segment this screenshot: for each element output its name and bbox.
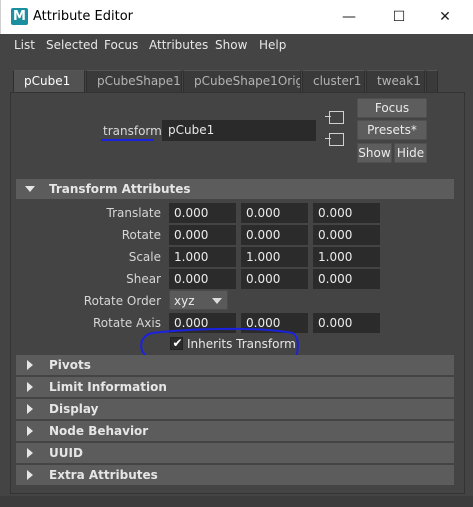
- translate-x-field[interactable]: 0.000: [169, 203, 236, 223]
- shear-xz-field[interactable]: 0.000: [241, 269, 308, 289]
- window-titlebar: M Attribute Editor — ☐ ✕: [0, 0, 473, 34]
- input-connections-icon[interactable]: [325, 111, 344, 124]
- maximize-button[interactable]: ☐: [376, 0, 422, 34]
- window-title: Attribute Editor: [33, 9, 134, 24]
- rotate-y-field[interactable]: 0.000: [241, 225, 308, 245]
- tab-cluster1[interactable]: cluster1: [302, 70, 365, 92]
- attr-label-rotate: Rotate: [121, 228, 161, 242]
- menu-list[interactable]: List: [14, 38, 35, 52]
- section-uuid[interactable]: UUID: [16, 443, 454, 463]
- translate-z-field[interactable]: 0.000: [313, 203, 380, 223]
- tab-tweak1[interactable]: tweak1: [366, 70, 425, 92]
- menu-focus[interactable]: Focus: [104, 38, 138, 52]
- section-node-behavior[interactable]: Node Behavior: [16, 421, 454, 441]
- rotate-order-dropdown[interactable]: xyz: [169, 290, 228, 310]
- section-limit-information[interactable]: Limit Information: [16, 377, 454, 397]
- annotation-underline: [101, 139, 154, 141]
- section-title: Node Behavior: [49, 424, 149, 438]
- section-display[interactable]: Display: [16, 399, 454, 419]
- shear-yz-field[interactable]: 0.000: [313, 269, 380, 289]
- collapsed-arrow-icon: [27, 360, 33, 370]
- tab-pcubeshape1[interactable]: pCubeShape1: [86, 70, 182, 92]
- menu-show[interactable]: Show: [215, 38, 247, 52]
- attr-label-scale: Scale: [128, 250, 161, 264]
- attr-label-translate: Translate: [106, 206, 162, 220]
- section-extra-attributes[interactable]: Extra Attributes: [16, 465, 454, 485]
- menu-selected[interactable]: Selected: [46, 38, 98, 52]
- section-title: Display: [49, 402, 99, 416]
- expand-arrow-icon: [25, 186, 35, 192]
- node-name-field[interactable]: pCube1: [162, 120, 316, 141]
- section-transform-attributes[interactable]: Transform Attributes: [16, 179, 454, 199]
- shear-xy-field[interactable]: 0.000: [169, 269, 236, 289]
- chevron-down-icon: [212, 298, 222, 304]
- scale-z-field[interactable]: 1.000: [313, 247, 380, 267]
- scale-y-field[interactable]: 1.000: [241, 247, 308, 267]
- rotate-axis-z-field[interactable]: 0.000: [313, 313, 380, 333]
- close-button[interactable]: ✕: [422, 0, 468, 34]
- attr-label-rotate-order: Rotate Order: [83, 294, 161, 308]
- menu-bar: List Selected Focus Attributes Show Help: [0, 34, 473, 58]
- tab-pcube1[interactable]: pCube1: [13, 70, 85, 92]
- menu-help[interactable]: Help: [259, 38, 286, 52]
- section-title: Pivots: [49, 358, 91, 372]
- window-bottom-edge: [0, 496, 473, 507]
- section-title: Limit Information: [49, 380, 167, 394]
- section-title: Extra Attributes: [49, 468, 158, 482]
- scale-x-field[interactable]: 1.000: [169, 247, 236, 267]
- attr-label-shear: Shear: [126, 272, 161, 286]
- maya-logo-icon: M: [11, 8, 28, 25]
- rotate-x-field[interactable]: 0.000: [169, 225, 236, 245]
- translate-y-field[interactable]: 0.000: [241, 203, 308, 223]
- collapsed-arrow-icon: [27, 404, 33, 414]
- tab-overflow[interactable]: [426, 70, 438, 92]
- logo-letter: M: [13, 9, 26, 24]
- minimize-button[interactable]: —: [326, 0, 372, 34]
- menu-attributes[interactable]: Attributes: [149, 38, 208, 52]
- node-tabs: pCube1 pCubeShape1 pCubeShape1Orig clust…: [10, 70, 465, 92]
- output-connections-icon[interactable]: [325, 133, 344, 146]
- show-button[interactable]: Show: [357, 143, 392, 163]
- tab-pcubeshape1orig[interactable]: pCubeShape1Orig: [183, 70, 301, 92]
- section-title: Transform Attributes: [49, 182, 191, 196]
- node-type-label: transform:: [103, 124, 166, 138]
- collapsed-arrow-icon: [27, 426, 33, 436]
- section-title: UUID: [49, 446, 83, 460]
- section-pivots[interactable]: Pivots: [16, 355, 454, 375]
- presets-button[interactable]: Presets*: [357, 120, 427, 140]
- rotate-z-field[interactable]: 0.000: [313, 225, 380, 245]
- hide-button[interactable]: Hide: [394, 143, 427, 163]
- collapsed-arrow-icon: [27, 448, 33, 458]
- rotate-order-value: xyz: [174, 294, 195, 308]
- collapsed-arrow-icon: [27, 470, 33, 480]
- collapsed-arrow-icon: [27, 382, 33, 392]
- focus-button[interactable]: Focus: [357, 98, 427, 118]
